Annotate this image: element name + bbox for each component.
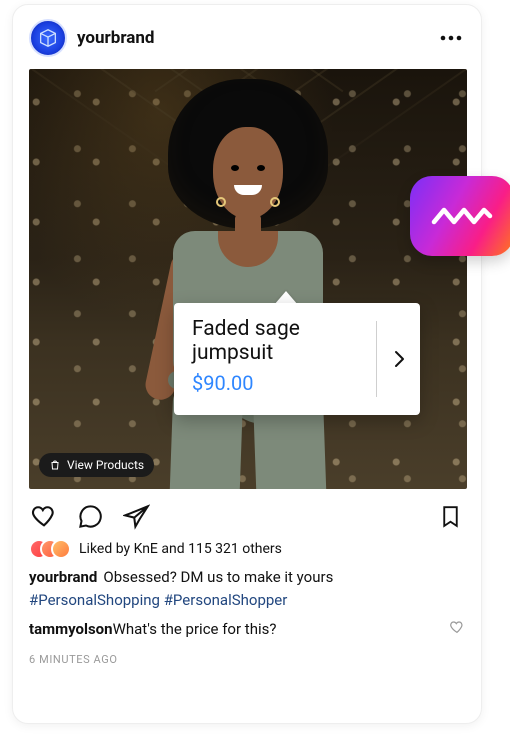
hashtag[interactable]: #PersonalShopping	[29, 591, 160, 609]
comment-row: tammyolsonWhat's the price for this?	[29, 619, 465, 639]
hashtags: #PersonalShopping #PersonalShopper	[29, 591, 465, 609]
view-products-button[interactable]: View Products	[39, 453, 154, 477]
zigzag-icon	[431, 202, 493, 230]
likes-text: Liked by KnE and 115 321 others	[79, 541, 282, 557]
view-products-label: View Products	[67, 458, 144, 472]
caption-user[interactable]: yourbrand	[29, 568, 97, 586]
bookmark-icon	[438, 503, 463, 530]
more-options-button[interactable]	[437, 24, 465, 52]
product-name: Faded sage jumpsuit	[192, 317, 366, 365]
like-button[interactable]	[29, 501, 59, 531]
product-tag-separator	[376, 321, 377, 397]
chevron-right-icon	[393, 350, 405, 368]
post-timestamp: 6 MINUTES AGO	[29, 653, 465, 666]
heart-outline-icon	[449, 619, 465, 635]
post-meta: Liked by KnE and 115 321 others yourbran…	[13, 539, 481, 666]
post-header: yourbrand	[13, 5, 481, 69]
save-button[interactable]	[435, 501, 465, 531]
more-horizontal-icon	[440, 35, 462, 41]
shopping-bag-icon	[49, 459, 61, 471]
comment-button[interactable]	[75, 501, 105, 531]
comment-text: What's the price for this?	[113, 620, 277, 638]
like-avatars	[29, 539, 71, 559]
paper-plane-icon	[123, 503, 150, 530]
brand-cube-icon	[37, 27, 59, 49]
comment-icon	[77, 503, 104, 530]
product-tag[interactable]: Faded sage jumpsuit $90.00	[174, 303, 420, 415]
post-media[interactable]: Faded sage jumpsuit $90.00 View Products	[29, 69, 467, 489]
post-caption: yourbrand Obsessed? DM us to make it your…	[29, 567, 465, 587]
comment-user[interactable]: tammyolson	[29, 620, 113, 638]
likes-row[interactable]: Liked by KnE and 115 321 others	[29, 539, 465, 559]
heart-icon	[30, 502, 58, 530]
avatar[interactable]	[29, 19, 67, 57]
media-figure	[98, 79, 398, 489]
post-card: yourbrand	[12, 4, 482, 724]
chat-bubble-badge[interactable]	[410, 176, 510, 256]
product-tag-chevron	[387, 317, 412, 401]
like-comment-button[interactable]	[449, 619, 465, 639]
hashtag[interactable]: #PersonalShopper	[164, 591, 288, 609]
share-button[interactable]	[121, 501, 151, 531]
post-username[interactable]: yourbrand	[77, 28, 437, 48]
product-price: $90.00	[192, 371, 366, 395]
caption-text: Obsessed? DM us to make it yours	[103, 568, 333, 586]
post-actions	[13, 489, 481, 537]
